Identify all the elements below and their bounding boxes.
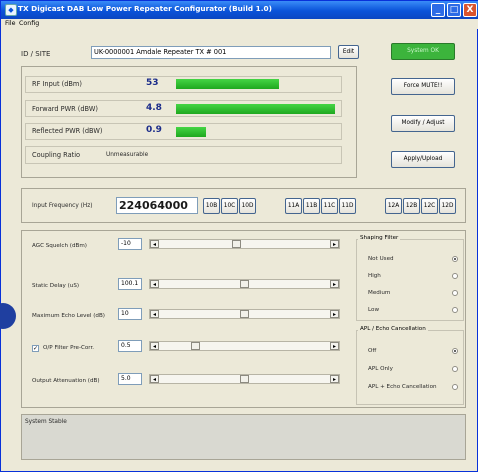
forward-pwr-label: Forward PWR (dBW) [32,105,98,113]
shaping-option-radio[interactable] [452,256,458,262]
channel-11d-button[interactable]: 11D [339,198,356,214]
channel-11c-button[interactable]: 11C [321,198,338,214]
modify-adjust-button[interactable]: Modify / Adjust [391,115,455,132]
id-site-input[interactable]: UK-0000001 Amdale Repeater TX # 001 [91,46,331,59]
shaping-filter-title: Shaping Filter [358,235,401,241]
channel-12c-button[interactable]: 12C [421,198,438,214]
apl-option-radio[interactable] [452,348,458,354]
system-status-button[interactable]: System OK [391,43,455,60]
shaping-option-label: Medium [368,290,391,296]
apl-option-label: APL + Echo Cancellation [368,384,437,390]
shaping-option-radio[interactable] [452,307,458,313]
channel-10d-button[interactable]: 10D [239,198,256,214]
output-atten-slider[interactable]: ◂ ▸ [149,374,340,384]
op-filter-checkbox[interactable]: ✓ [32,345,39,352]
op-filter-input[interactable]: 0.5 [118,340,142,352]
force-mute-button[interactable]: Force MUTE!! [391,78,455,95]
scroll-right-arrow-icon[interactable]: ▸ [330,342,339,350]
apl-echo-title: APL / Echo Cancellation [358,326,428,332]
rf-input-value: 53 [146,78,159,88]
channel-11b-button[interactable]: 11B [303,198,320,214]
channel-12b-button[interactable]: 12B [403,198,420,214]
op-filter-slider[interactable]: ◂ ▸ [149,341,340,351]
scroll-left-arrow-icon[interactable]: ◂ [150,240,159,248]
reflected-pwr-bar-track [176,127,342,137]
reflected-pwr-label: Reflected PWR (dBW) [32,127,103,135]
scroll-left-arrow-icon[interactable]: ◂ [150,375,159,383]
scroll-left-arrow-icon[interactable]: ◂ [150,342,159,350]
scroll-right-arrow-icon[interactable]: ▸ [330,280,339,288]
forward-pwr-value: 4.8 [146,103,162,113]
channel-12d-button[interactable]: 12D [439,198,456,214]
rf-input-label: RF Input (dBm) [32,80,82,88]
scroll-left-arrow-icon[interactable]: ◂ [150,280,159,288]
apl-option-radio[interactable] [452,384,458,390]
edit-button[interactable]: Edit [338,45,359,59]
output-atten-input[interactable]: 5.0 [118,373,142,385]
frequency-label: Input Frequency (Hz) [32,203,93,209]
static-delay-slider[interactable]: ◂ ▸ [149,279,340,289]
agc-squelch-thumb[interactable] [232,240,241,248]
menu-bar: File Config [2,19,478,29]
agc-squelch-label: AGC Squelch (dBm) [32,243,87,249]
coupling-ratio-value: Unmeasurable [106,152,149,158]
shaping-option-label: Low [368,307,380,313]
rf-input-bar-track [176,79,342,89]
id-site-label: ID / SITE [21,50,51,58]
app-icon: ◆ [5,4,17,16]
apl-option-radio[interactable] [452,366,458,372]
shaping-option-label: Not Used [368,256,394,262]
scroll-left-arrow-icon[interactable]: ◂ [150,310,159,318]
static-delay-input[interactable]: 100.1 [118,278,142,290]
max-echo-label: Maximum Echo Level (dB) [32,313,105,319]
apply-upload-button[interactable]: Apply/Upload [391,151,455,168]
menu-config[interactable]: Config [19,20,39,27]
output-atten-thumb[interactable] [240,375,249,383]
channel-11a-button[interactable]: 11A [285,198,302,214]
scroll-right-arrow-icon[interactable]: ▸ [330,310,339,318]
reflected-pwr-bar [176,127,206,137]
static-delay-thumb[interactable] [240,280,249,288]
scroll-right-arrow-icon[interactable]: ▸ [330,375,339,383]
scroll-right-arrow-icon[interactable]: ▸ [330,240,339,248]
shaping-option-label: High [368,273,381,279]
forward-pwr-bar [176,104,335,114]
maximize-button[interactable]: □ [447,3,461,17]
minimize-button[interactable]: _ [431,3,445,17]
max-echo-slider[interactable]: ◂ ▸ [149,309,340,319]
max-echo-thumb[interactable] [240,310,249,318]
max-echo-input[interactable]: 10 [118,308,142,320]
apl-option-label: APL Only [368,366,393,372]
agc-squelch-slider[interactable]: ◂ ▸ [149,239,340,249]
apl-option-label: Off [368,348,377,354]
menu-file[interactable]: File [5,20,16,27]
shaping-option-radio[interactable] [452,290,458,296]
rf-input-bar [176,79,279,89]
coupling-ratio-label: Coupling Ratio [32,151,81,159]
channel-10c-button[interactable]: 10C [221,198,238,214]
forward-pwr-bar-track [176,104,342,114]
window-title: TX Digicast DAB Low Power Repeater Confi… [18,4,272,13]
reflected-pwr-value: 0.9 [146,125,162,135]
static-delay-label: Static Delay (uS) [32,283,80,289]
op-filter-thumb[interactable] [191,342,200,350]
status-box [21,414,466,460]
title-bar[interactable]: ◆ TX Digicast DAB Low Power Repeater Con… [1,1,478,19]
channel-12a-button[interactable]: 12A [385,198,402,214]
output-atten-label: Output Attenuation (dB) [32,378,100,384]
status-text: System Stable [25,419,67,425]
agc-squelch-input[interactable]: -10 [118,238,142,250]
shaping-option-radio[interactable] [452,273,458,279]
channel-10b-button[interactable]: 10B [203,198,220,214]
close-button[interactable]: X [463,3,477,17]
frequency-input[interactable]: 224064000 [116,197,198,214]
op-filter-label: O/P Filter Pre-Corr. [43,345,95,351]
